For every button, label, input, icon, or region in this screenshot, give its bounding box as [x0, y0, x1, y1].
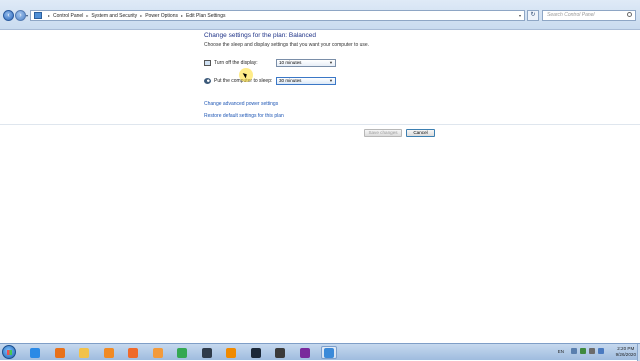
page-title: Change settings for the plan: Balanced — [204, 32, 317, 39]
display-off-row: Turn off the display: 10 minutes ▼ — [204, 58, 336, 68]
taskbar-button[interactable] — [174, 346, 190, 359]
address-toolbar: ‹ › ▾ ▸ Control Panel ▸ System and Secur… — [0, 0, 640, 30]
taskbar-button[interactable] — [223, 346, 239, 359]
breadcrumb-power-options[interactable]: Power Options — [145, 13, 178, 19]
breadcrumb: ▸ Control Panel ▸ System and Security ▸ … — [45, 13, 225, 19]
save-button[interactable]: Save changes — [364, 129, 402, 137]
file-explorer-icon — [79, 347, 89, 358]
back-button[interactable]: ‹ — [3, 10, 14, 21]
battery-icon[interactable] — [589, 348, 595, 354]
sleep-moon-icon — [204, 78, 211, 84]
steam-icon — [250, 347, 261, 358]
taskbar-button[interactable] — [150, 346, 166, 359]
mouse-cursor-highlight — [239, 68, 253, 82]
tray-expand-icon[interactable] — [571, 348, 577, 354]
taskbar-button[interactable] — [321, 346, 337, 359]
page-subtitle: Choose the sleep and display settings th… — [204, 42, 370, 48]
internet-explorer-icon — [30, 347, 40, 358]
clock[interactable]: 2:20 PM 9/26/2020 — [616, 346, 636, 358]
divider — [0, 124, 640, 125]
onenote-icon — [299, 347, 310, 358]
breadcrumb-separator-icon[interactable]: ▸ — [48, 13, 50, 18]
monitor-icon — [204, 60, 211, 66]
recent-pages-dropdown-icon[interactable]: ▾ — [26, 13, 28, 18]
breadcrumb-separator-icon[interactable]: ▸ — [86, 13, 88, 18]
taskbar-button[interactable] — [272, 346, 288, 359]
chevron-down-icon: ▼ — [329, 78, 333, 83]
volume-icon[interactable] — [598, 348, 604, 354]
search-icon[interactable] — [627, 12, 632, 17]
chevron-down-icon: ▼ — [329, 60, 333, 65]
breadcrumb-control-panel[interactable]: Control Panel — [53, 13, 83, 19]
breadcrumb-system-and-security[interactable]: System and Security — [91, 13, 137, 19]
chat-app-icon — [152, 347, 163, 358]
taskbar-button[interactable] — [27, 346, 43, 359]
breadcrumb-separator-icon[interactable]: ▸ — [181, 13, 183, 18]
taskbar-button[interactable] — [125, 346, 141, 359]
search-input[interactable]: Search Control Panel — [542, 10, 636, 21]
firefox-icon — [54, 347, 65, 358]
sleep-select[interactable]: 30 minutes ▼ — [276, 77, 336, 85]
taskbar-button[interactable] — [52, 346, 68, 359]
taskbar-button[interactable] — [248, 346, 264, 359]
search-placeholder: Search Control Panel — [547, 12, 595, 18]
cancel-button[interactable]: Cancel — [406, 129, 435, 137]
taskbar-button[interactable] — [76, 346, 92, 359]
system-tray: EN — [558, 348, 604, 354]
terminal-icon — [201, 347, 212, 358]
network-icon[interactable] — [580, 348, 586, 354]
language-indicator[interactable]: EN — [558, 349, 564, 354]
address-field[interactable]: ▸ Control Panel ▸ System and Security ▸ … — [30, 10, 525, 21]
clock-date: 9/26/2020 — [615, 352, 636, 357]
vlc-icon — [226, 347, 236, 358]
main-content: Change settings for the plan: Balanced C… — [0, 31, 640, 343]
sleep-row: Put the computer to sleep: 30 minutes ▼ — [204, 76, 336, 86]
media-player-icon — [103, 347, 114, 358]
control-panel-icon — [324, 347, 334, 358]
sleep-value: 30 minutes — [279, 78, 302, 83]
control-panel-icon — [34, 12, 42, 19]
display-off-label: Turn off the display: — [214, 60, 258, 66]
taskbar: EN 2:20 PM 9/26/2020 — [0, 343, 640, 361]
breadcrumb-edit-plan-settings[interactable]: Edit Plan Settings — [186, 13, 225, 19]
refresh-button[interactable]: ↻ — [527, 10, 539, 21]
restore-defaults-link[interactable]: Restore default settings for this plan — [204, 113, 284, 119]
app-orange-icon — [128, 347, 138, 358]
forward-button[interactable]: › — [15, 10, 26, 21]
display-off-select[interactable]: 10 minutes ▼ — [276, 59, 336, 67]
start-button[interactable] — [2, 345, 16, 359]
chrome-icon — [177, 347, 187, 358]
address-dropdown-icon[interactable]: ▾ — [519, 13, 521, 18]
display-off-value: 10 minutes — [279, 60, 302, 65]
taskbar-button[interactable] — [101, 346, 117, 359]
advanced-power-settings-link[interactable]: Change advanced power settings — [204, 101, 278, 107]
breadcrumb-separator-icon[interactable]: ▸ — [140, 13, 142, 18]
taskbar-button[interactable] — [297, 346, 313, 359]
obs-icon — [275, 347, 285, 358]
taskbar-button[interactable] — [199, 346, 215, 359]
